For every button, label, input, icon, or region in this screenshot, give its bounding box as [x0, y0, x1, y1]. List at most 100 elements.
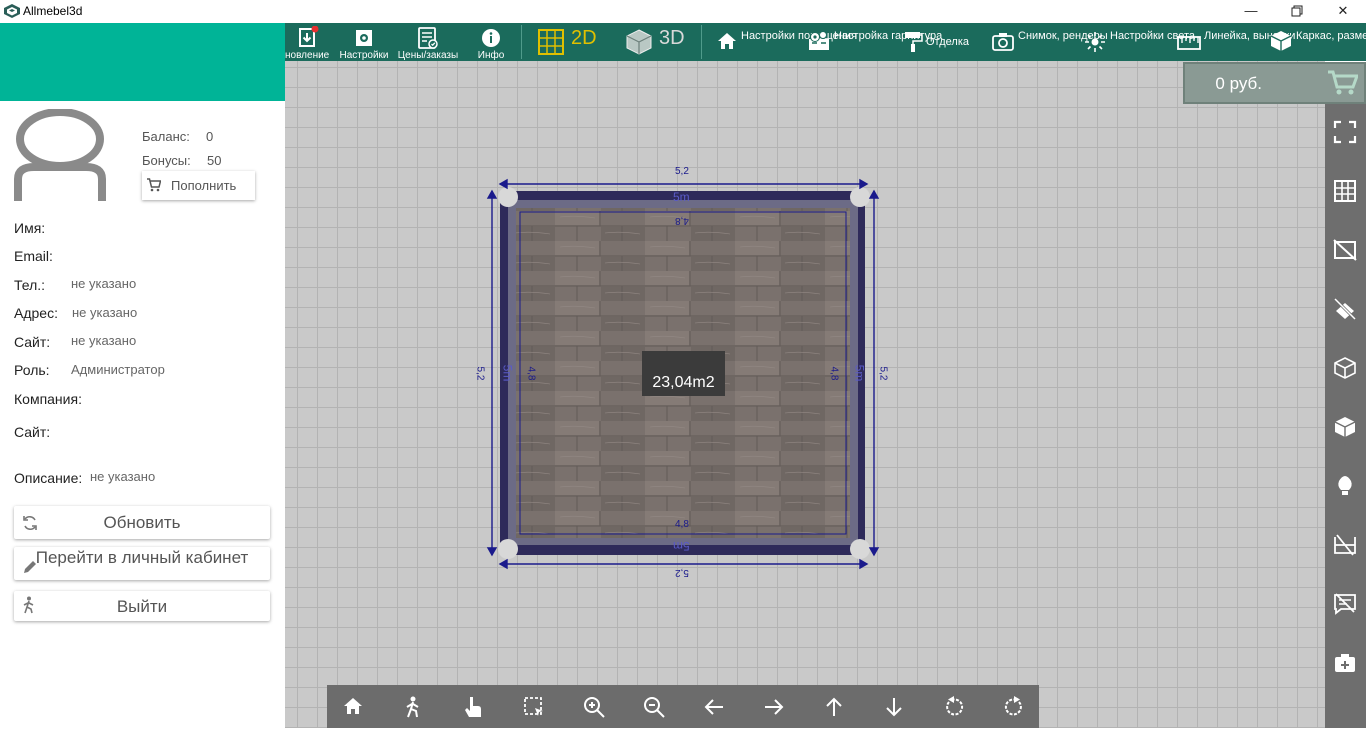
- balance-value: 0: [206, 129, 214, 144]
- mode-2d-label: 2D: [571, 27, 597, 49]
- fullscreen-button[interactable]: [1325, 112, 1366, 152]
- bonus-value: 50: [207, 153, 222, 168]
- toolbar-info-button[interactable]: Инфо: [471, 23, 511, 61]
- hide-labels-button[interactable]: [1325, 584, 1366, 624]
- rotate-right-button[interactable]: [993, 685, 1033, 728]
- arrow-up-icon: [826, 697, 842, 716]
- phone-label: Тел.:: [14, 277, 46, 293]
- save-download-icon: [299, 26, 319, 47]
- profile-panel: Баланс: 0 Бонусы: 50 Пополнить Имя: Emai…: [0, 101, 285, 728]
- furniture-settings-label: Настройка гарнитура: [834, 30, 943, 42]
- settings-icon: [356, 30, 372, 46]
- mode-3d-button[interactable]: 3D: [625, 23, 690, 61]
- minimize-button[interactable]: —: [1228, 0, 1274, 23]
- cube-3d-icon: [626, 29, 652, 55]
- toolbar-separator: [701, 25, 702, 59]
- address-label: Адрес:: [14, 305, 58, 321]
- pan-right-button[interactable]: [753, 685, 793, 728]
- hide-dimensions-button[interactable]: [1325, 525, 1366, 565]
- area-badge: 23,04m2: [642, 351, 725, 396]
- frame-button[interactable]: Каркас, размеры: [1269, 23, 1366, 61]
- email-label: Email:: [14, 248, 53, 264]
- refresh-button[interactable]: Обновить: [14, 506, 270, 539]
- dim-left-inner: 4,8: [525, 366, 537, 381]
- main-toolbar: новление Настройки Цены/заказы Инфо 2D 3…: [285, 23, 1366, 61]
- mode-3d-label: 3D: [659, 27, 685, 49]
- wireframe-button[interactable]: [1325, 348, 1366, 388]
- rotate-right-icon: [1004, 696, 1022, 716]
- selection-box-icon: [524, 697, 543, 716]
- toolbar-settings-label: Настройки: [339, 50, 389, 61]
- plan-canvas[interactable]: 5,2 5m 4,8 4,8 5m 5,2 5,2 5m 4,8 4,8 5m …: [285, 61, 1325, 728]
- snapshot-label: Снимок, рендеры: [1018, 30, 1108, 42]
- site-value: не указано: [71, 333, 137, 348]
- select-mode-button[interactable]: [453, 685, 493, 728]
- toolbar-settings-button[interactable]: Настройки: [339, 23, 389, 61]
- address-value: не указано: [72, 305, 138, 320]
- shopping-cart-icon: [1328, 70, 1358, 95]
- light-settings-button[interactable]: Настройки света: [1084, 23, 1195, 61]
- rotate-left-icon: [946, 696, 964, 716]
- hide-walls-button[interactable]: [1325, 230, 1366, 270]
- corner-handle[interactable]: [850, 187, 870, 207]
- corner-handle[interactable]: [850, 539, 870, 559]
- room-settings-button[interactable]: Настройки помещения: [717, 23, 857, 61]
- snapshot-button[interactable]: Снимок, рендеры: [992, 23, 1108, 61]
- price-list-icon: [418, 27, 438, 49]
- solid-view-button[interactable]: [1325, 407, 1366, 447]
- toolbar-separator: [521, 25, 522, 59]
- frame-label: Каркас, размеры: [1296, 30, 1366, 42]
- dim-top-inner: 4,8: [675, 215, 689, 226]
- logout-button[interactable]: Выйти: [14, 591, 270, 621]
- furniture-gear-icon: [809, 31, 829, 50]
- grid-2d-icon: [538, 29, 564, 55]
- restore-button[interactable]: [1274, 0, 1320, 23]
- hide-textures-button[interactable]: [1325, 289, 1366, 329]
- close-window-button[interactable]: ✕: [1320, 0, 1366, 23]
- labels-off-icon: [1334, 593, 1356, 615]
- profile-header: [0, 23, 285, 101]
- corner-handle[interactable]: [498, 187, 518, 207]
- ruler-button[interactable]: Линейка, выноски: [1177, 23, 1295, 61]
- title-bar: Allmebel3d — ✕: [0, 0, 1366, 23]
- site-label: Сайт:: [14, 334, 51, 350]
- toolbar-save-button[interactable]: новление: [285, 23, 329, 61]
- walk-mode-button[interactable]: [393, 685, 433, 728]
- bonus-label: Бонусы:: [142, 153, 191, 168]
- cabinet-label: Перейти в личный кабинет: [35, 548, 249, 567]
- role-value: Администратор: [71, 362, 165, 377]
- finishing-button[interactable]: Отделка: [904, 23, 974, 61]
- home-view-button[interactable]: [333, 685, 373, 728]
- topup-button[interactable]: Пополнить: [142, 171, 255, 200]
- price-box[interactable]: 0 руб.: [1183, 62, 1366, 104]
- finishing-label: Отделка: [926, 36, 969, 48]
- pan-up-button[interactable]: [813, 685, 853, 728]
- rotate-left-button[interactable]: [933, 685, 973, 728]
- dim-left-wall: 5m: [500, 364, 515, 382]
- info-icon: [482, 29, 500, 47]
- dim-bottom-outer: 5,2: [675, 567, 689, 578]
- furniture-settings-button[interactable]: Настройка гарнитура: [808, 23, 943, 61]
- mode-2d-button[interactable]: 2D: [537, 23, 607, 61]
- window-title: Allmebel3d: [23, 4, 83, 18]
- screenshot-button[interactable]: [1325, 643, 1366, 683]
- zoom-in-button[interactable]: [573, 685, 613, 728]
- cabinet-button[interactable]: Перейти в личный кабинет: [14, 547, 270, 580]
- toolbar-prices-button[interactable]: Цены/заказы: [395, 23, 461, 61]
- refresh-label: Обновить: [103, 513, 181, 532]
- toolbar-info-label: Инфо: [477, 50, 505, 61]
- avatar-icon: [14, 109, 106, 201]
- pan-left-button[interactable]: [693, 685, 733, 728]
- pan-down-button[interactable]: [873, 685, 913, 728]
- grid-toggle-button[interactable]: [1325, 171, 1366, 211]
- lighting-button[interactable]: [1325, 466, 1366, 506]
- lightbulb-icon: [1338, 476, 1352, 495]
- paint-roller-icon: [905, 32, 923, 52]
- zoom-out-button[interactable]: [633, 685, 673, 728]
- corner-handle[interactable]: [498, 539, 518, 559]
- solid-cube-icon: [1334, 417, 1356, 437]
- area-select-button[interactable]: [513, 685, 553, 728]
- home-icon: [344, 698, 362, 714]
- name-label: Имя:: [14, 220, 46, 236]
- description-label: Описание:: [14, 470, 83, 486]
